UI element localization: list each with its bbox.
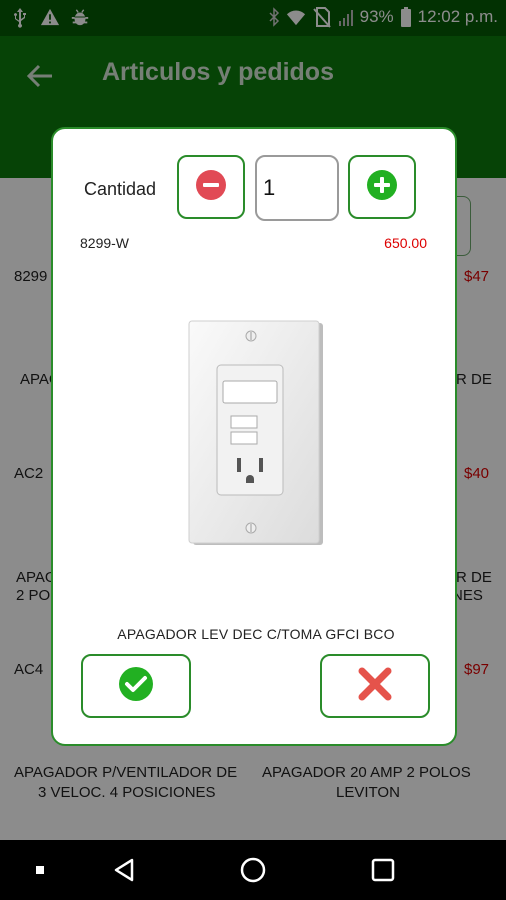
plus-circle-icon bbox=[366, 169, 398, 206]
product-image bbox=[187, 319, 327, 549]
minus-circle-icon bbox=[195, 169, 227, 206]
product-code: 8299-W bbox=[80, 235, 130, 251]
quantity-input[interactable]: 1 bbox=[255, 155, 339, 221]
recents-dot-icon[interactable] bbox=[20, 840, 60, 900]
quantity-label: Cantidad bbox=[84, 179, 157, 199]
confirm-button[interactable] bbox=[81, 654, 191, 718]
add-item-dialog: Cantidad 1 8299-W 650.00 APAGADOR LEV DE… bbox=[51, 127, 457, 746]
decrease-quantity-button[interactable] bbox=[177, 155, 245, 219]
check-circle-icon bbox=[118, 666, 154, 707]
increase-quantity-button[interactable] bbox=[348, 155, 416, 219]
back-triangle-icon[interactable] bbox=[102, 840, 146, 900]
product-description: APAGADOR LEV DEC C/TOMA GFCI BCO bbox=[117, 626, 395, 642]
overview-square-icon[interactable] bbox=[360, 840, 406, 900]
home-circle-icon[interactable] bbox=[230, 840, 276, 900]
close-x-icon bbox=[358, 667, 392, 706]
system-nav-bar bbox=[0, 840, 506, 900]
cancel-button[interactable] bbox=[320, 654, 430, 718]
product-price: 650.00 bbox=[384, 235, 427, 251]
